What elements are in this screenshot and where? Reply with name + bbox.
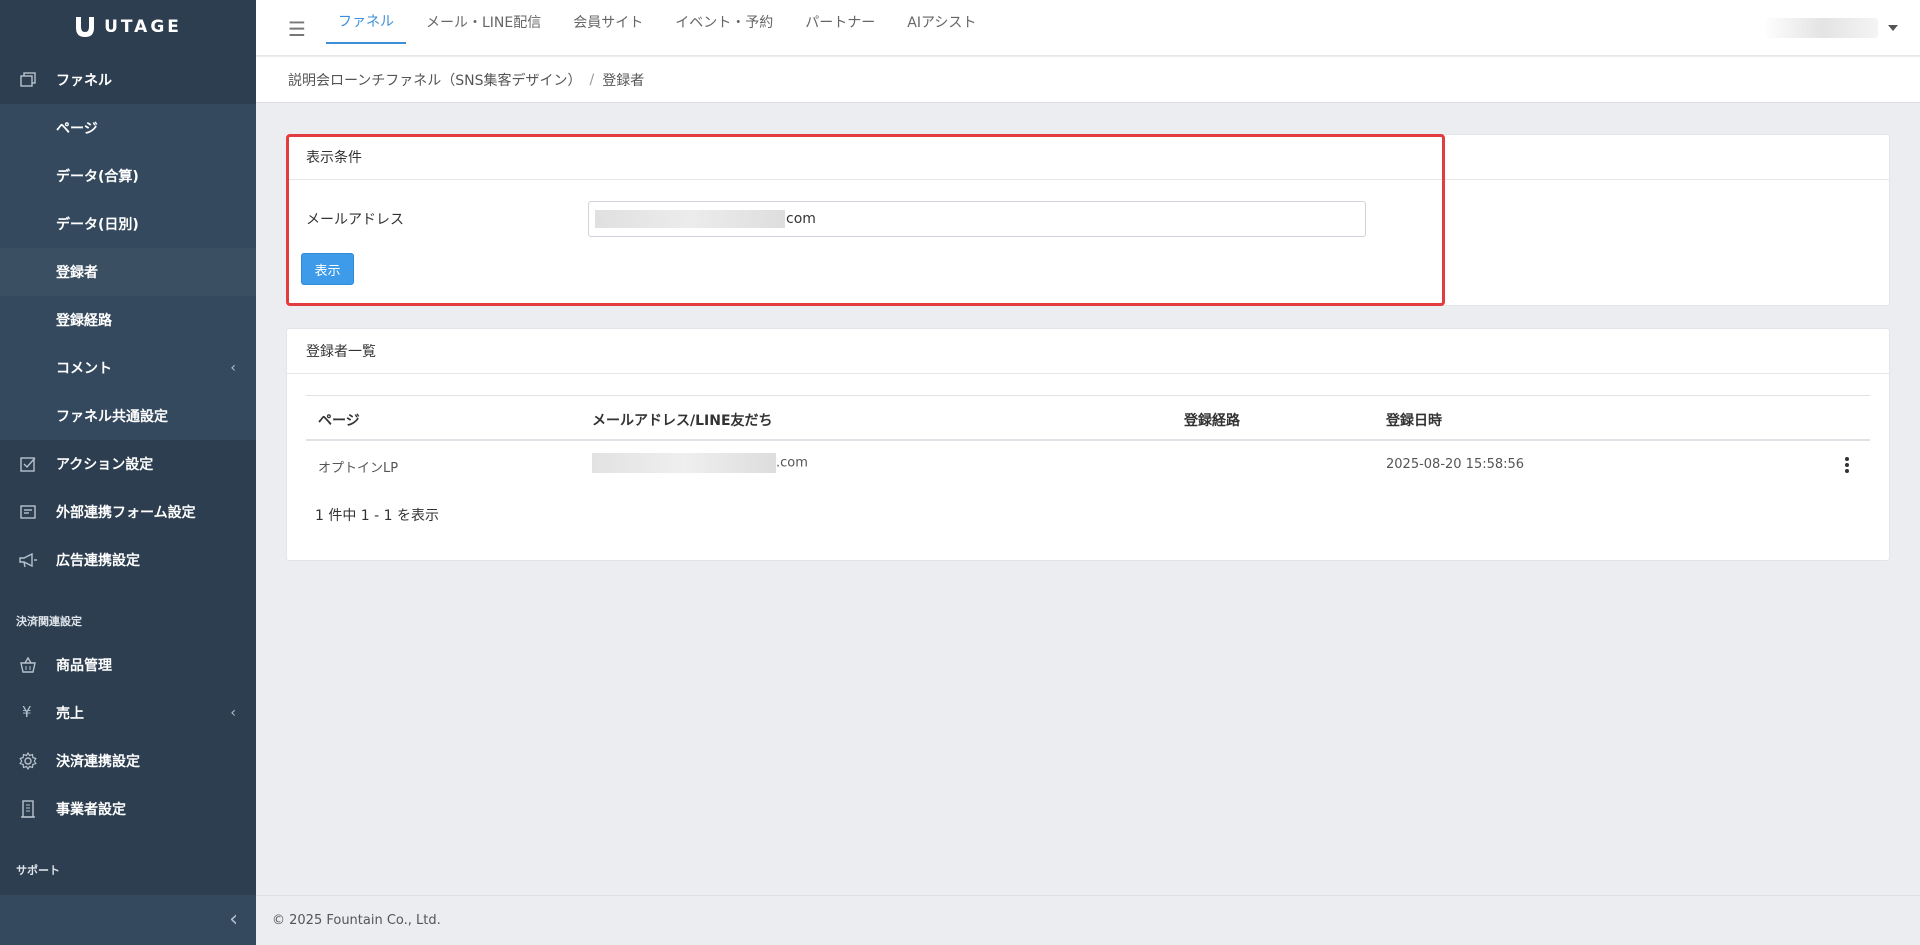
breadcrumb-current: 登録者 — [602, 72, 645, 89]
megaphone-icon — [19, 552, 37, 568]
utage-logo-icon — [76, 17, 95, 37]
tab-event-booking[interactable]: イベント・予約 — [663, 0, 785, 44]
registrant-table: ページ メールアドレス/LINE友だち 登録経路 登録日時 オプトインLP .c… — [306, 395, 1870, 489]
sidebar-item-sales[interactable]: ¥ 売上 ‹ — [0, 689, 256, 737]
brand-logo[interactable]: UTAGE — [0, 0, 256, 54]
sidebar-footer: ‹ — [0, 895, 256, 945]
breadcrumb-separator: / — [589, 71, 595, 88]
sidebar-item-product-management[interactable]: 商品管理 — [0, 641, 256, 689]
sidebar-item-data-daily[interactable]: データ(日別) — [0, 200, 256, 248]
tab-mail-line[interactable]: メール・LINE配信 — [414, 0, 553, 44]
tab-ai-assist[interactable]: AIアシスト — [895, 0, 988, 44]
top-nav: ファネル メール・LINE配信 会員サイト イベント・予約 パートナー AIアシ… — [326, 0, 996, 56]
email-value-redacted — [595, 210, 785, 228]
sidebar-item-label: 決済連携設定 — [56, 754, 140, 770]
user-name-redacted — [1766, 18, 1878, 38]
form-icon — [20, 505, 36, 519]
column-header-page: ページ — [318, 413, 360, 429]
sidebar-item-external-form-settings[interactable]: 外部連携フォーム設定 — [0, 488, 256, 536]
sidebar-item-label: 商品管理 — [56, 658, 112, 674]
sidebar-item-label: ファネル — [56, 73, 112, 89]
table-header: ページ メールアドレス/LINE友だち 登録経路 登録日時 — [306, 395, 1870, 441]
sidebar-item-business-settings[interactable]: 事業者設定 — [0, 785, 256, 833]
hamburger-menu-icon[interactable]: ☰ — [288, 17, 306, 41]
pagination-info: 1 件中 1 - 1 を表示 — [315, 508, 440, 524]
copy-icon — [20, 72, 36, 87]
sidebar-item-label: 外部連携フォーム設定 — [56, 505, 196, 521]
section-label-support: サポート — [16, 864, 60, 877]
tab-member-site[interactable]: 会員サイト — [561, 0, 655, 44]
breadcrumb: 説明会ローンチファネル（SNS集客デザイン） / 登録者 — [256, 57, 1920, 103]
email-value-suffix: com — [786, 211, 816, 227]
sidebar-item-label: ページ — [56, 121, 98, 137]
page-footer: © 2025 Fountain Co., Ltd. — [256, 895, 1920, 945]
email-redacted — [592, 453, 776, 473]
sidebar-item-action-settings[interactable]: アクション設定 — [0, 440, 256, 488]
cell-email-suffix: .com — [776, 455, 808, 471]
sidebar-item-label: 売上 — [56, 706, 84, 722]
registrant-list-card: 登録者一覧 ページ メールアドレス/LINE友だち 登録経路 登録日時 オプトイ… — [286, 328, 1890, 561]
sidebar-item-label: ファネル共通設定 — [56, 409, 168, 425]
basket-icon — [20, 656, 36, 673]
column-header-email: メールアドレス/LINE友だち — [592, 413, 773, 429]
sidebar-item-label: アクション設定 — [56, 457, 154, 473]
table-row[interactable]: オプトインLP .com 2025-08-20 15:58:56 — [306, 441, 1870, 489]
sidebar-item-ad-integration-settings[interactable]: 広告連携設定 — [0, 536, 256, 584]
cell-registered-at: 2025-08-20 15:58:56 — [1386, 457, 1525, 472]
sidebar-item-label: 登録者 — [56, 265, 98, 281]
building-icon — [21, 800, 35, 818]
more-vertical-icon[interactable] — [1844, 457, 1850, 473]
sidebar-item-label: コメント — [56, 361, 112, 377]
registrant-list-title: 登録者一覧 — [287, 329, 1889, 374]
filter-card: 表示条件 メールアドレス com 表示 — [286, 134, 1890, 306]
sidebar-item-payment-integration-settings[interactable]: 決済連携設定 — [0, 737, 256, 785]
brand-name: UTAGE — [104, 17, 182, 37]
display-button[interactable]: 表示 — [301, 253, 354, 285]
checkbox-icon — [20, 457, 36, 472]
tab-partner[interactable]: パートナー — [793, 0, 887, 44]
sidebar-item-pages[interactable]: ページ — [0, 104, 256, 152]
chevron-left-icon: ‹ — [230, 705, 236, 721]
chevron-left-icon: ‹ — [230, 360, 236, 376]
email-field-label: メールアドレス — [306, 212, 404, 228]
email-filter-row: メールアドレス com — [306, 201, 1506, 237]
sidebar-item-registration-routes[interactable]: 登録経路 — [0, 296, 256, 344]
sidebar-item-funnel-common-settings[interactable]: ファネル共通設定 — [0, 392, 256, 440]
sidebar-item-comments[interactable]: コメント ‹ — [0, 344, 256, 392]
sidebar-item-data-total[interactable]: データ(合算) — [0, 152, 256, 200]
sidebar-item-label: データ(合算) — [56, 169, 139, 185]
sidebar: UTAGE ファネル ページ データ(合算) データ(日別) 登録者 登録経路 … — [0, 0, 256, 945]
yen-icon: ¥ — [22, 703, 32, 721]
column-header-route: 登録経路 — [1184, 413, 1240, 429]
gear-icon — [19, 751, 37, 771]
filter-card-title: 表示条件 — [287, 135, 1889, 180]
cell-page: オプトインLP — [318, 461, 399, 476]
sidebar-item-registrants[interactable]: 登録者 — [0, 248, 256, 296]
sidebar-item-label: 登録経路 — [56, 313, 112, 329]
sidebar-item-funnel[interactable]: ファネル — [0, 56, 256, 104]
sidebar-item-label: 広告連携設定 — [56, 553, 140, 569]
tab-funnel[interactable]: ファネル — [326, 0, 406, 44]
column-header-registered-at: 登録日時 — [1386, 413, 1442, 429]
email-field[interactable]: com — [588, 201, 1366, 237]
collapse-sidebar-icon[interactable]: ‹ — [229, 907, 238, 932]
sidebar-item-label: 事業者設定 — [56, 802, 126, 818]
section-label-payment: 決済関連設定 — [16, 615, 82, 628]
topbar: ☰ ファネル メール・LINE配信 会員サイト イベント・予約 パートナー AI… — [256, 0, 1920, 56]
copyright-text: © 2025 Fountain Co., Ltd. — [272, 913, 441, 928]
sidebar-item-label: データ(日別) — [56, 217, 139, 233]
cell-email: .com — [592, 453, 808, 473]
breadcrumb-parent-link[interactable]: 説明会ローンチファネル（SNS集客デザイン） — [288, 70, 582, 90]
caret-down-icon — [1888, 25, 1898, 31]
user-menu[interactable] — [1766, 18, 1898, 38]
